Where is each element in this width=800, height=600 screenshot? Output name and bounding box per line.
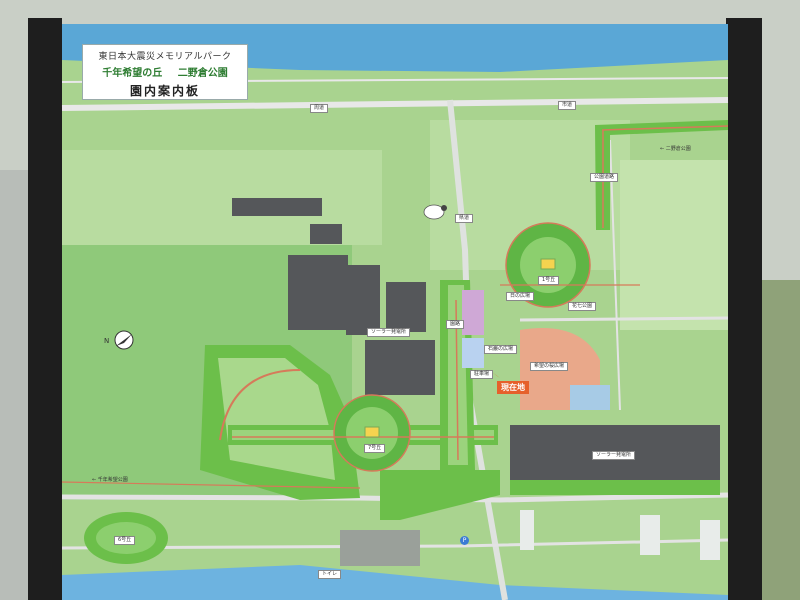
label-parking: 駐車場 [470, 370, 494, 379]
label-solar-1: ソーラー発電所 [367, 328, 411, 337]
label-plaza-4: 希望の桜広場 [530, 362, 569, 371]
label-loop-1: 1号丘 [538, 276, 560, 285]
left-post [28, 18, 62, 600]
info-icon-1 [540, 258, 556, 270]
compass-icon [114, 330, 134, 350]
info-icon-7 [364, 426, 380, 438]
label-loop-7: 7号丘 [364, 444, 386, 453]
board-title-box: 東日本大震災メモリアルパーク 千年希望の丘 二野倉公園 園内案内板 [82, 44, 248, 100]
parking-icon: P [460, 536, 469, 545]
label-road-2: 市道 [558, 101, 577, 110]
label-solar-2: ソーラー発電所 [592, 451, 636, 460]
right-post [726, 18, 762, 600]
label-road-1: 周道 [310, 104, 329, 113]
label-plaza-1: 日の広場 [506, 292, 535, 301]
park-name-2: 二野倉公園 [177, 68, 228, 79]
park-name-1: 千年希望の丘 [102, 68, 163, 79]
board-title: 園内案内板 [129, 84, 200, 98]
park-names: 千年希望の丘 二野倉公園 [83, 64, 247, 79]
label-plaza-3: 石巌の広場 [484, 345, 518, 354]
label-entrance: 園路 [446, 320, 465, 329]
label-toilet: トイレ [318, 570, 342, 579]
label-hill-6: 6号丘 [114, 536, 136, 545]
board-subtitle: 東日本大震災メモリアルパーク [98, 52, 232, 62]
label-park-road: 公園道路 [590, 173, 619, 182]
map-board [61, 24, 729, 600]
label-plaza-2: 花七公園 [568, 302, 597, 311]
label-road-3: 県道 [455, 214, 474, 223]
label-to-park-right: ← 二野倉公園 [660, 146, 691, 152]
label-to-park-left: ← 千年希望公園 [92, 477, 128, 483]
compass-n-label: N [104, 337, 110, 345]
you-are-here-marker: 現在地 [497, 381, 529, 394]
